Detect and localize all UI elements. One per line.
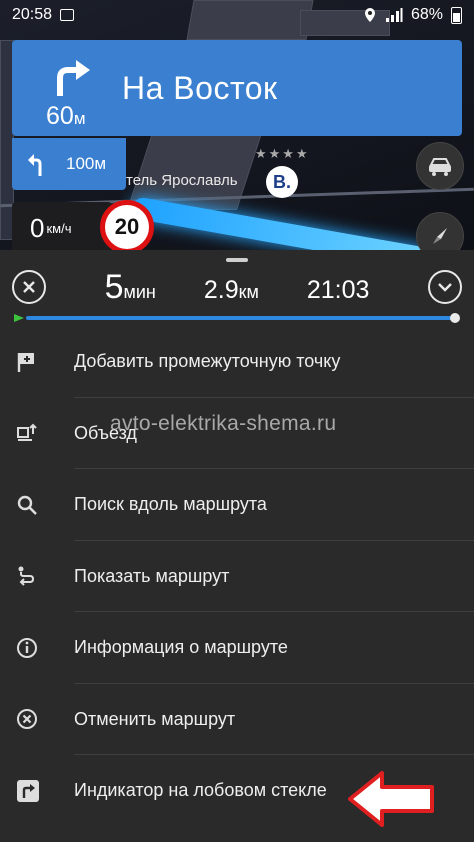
route-progress-track	[26, 316, 454, 320]
trip-stats: 5мин 2.9км 21:03	[105, 268, 370, 307]
trip-distance-value: 2.9	[203, 275, 239, 304]
arrival-time: 21:03	[306, 275, 370, 304]
info-icon	[17, 637, 37, 658]
annotation-arrow-icon	[348, 771, 434, 827]
next-maneuver-card[interactable]: 100м	[12, 138, 126, 190]
route-progress-bar	[14, 313, 460, 323]
battery-percent: 68%	[410, 6, 443, 23]
search-icon	[17, 495, 37, 515]
add-waypoint-icon	[17, 352, 34, 372]
trip-time-unit: мин	[123, 281, 156, 302]
menu-item-label: Индикатор на лобовом стекле	[74, 780, 327, 801]
trip-time: 5мин	[105, 268, 156, 307]
close-route-button[interactable]	[12, 270, 46, 304]
maneuver-distance: 60м	[46, 102, 86, 131]
route-icon	[18, 566, 35, 586]
close-icon	[23, 281, 35, 293]
speed-limit-sign: 20	[100, 200, 154, 254]
menu-item-label: Добавить промежуточную точку	[74, 351, 341, 372]
route-menu: Добавить промежуточную точку Объезд Поис…	[0, 326, 474, 827]
trip-summary: 5мин 2.9км 21:03	[0, 264, 474, 310]
menu-item-label: Отменить маршрут	[74, 708, 236, 729]
signal-icon	[385, 8, 403, 22]
next-maneuver-distance: 100м	[66, 154, 107, 173]
trip-distance: 2.9км	[204, 276, 259, 305]
status-bar: 20:58 68%	[0, 0, 474, 30]
street-name: На Восток	[122, 69, 278, 106]
poi-stars-icon: ★★★★	[255, 146, 310, 161]
car-icon	[429, 158, 451, 176]
menu-item-label: Информация о маршруте	[74, 637, 288, 658]
chevron-down-icon	[438, 283, 452, 292]
cancel-icon	[17, 709, 37, 730]
collapse-panel-button[interactable]	[428, 270, 462, 304]
current-speed: 0 км/ч	[12, 202, 112, 254]
route-end-marker	[450, 313, 460, 323]
maneuver-distance-unit: м	[73, 109, 86, 128]
watermark: avto-elektrika-shema.ru	[110, 412, 337, 435]
menu-item-cancel-route[interactable]: Отменить маршрут	[0, 684, 474, 756]
turn-left-icon	[28, 154, 42, 176]
menu-item-label: Поиск вдоль маршрута	[74, 494, 267, 515]
compass-icon	[433, 228, 447, 244]
traffic-button[interactable]	[416, 142, 464, 190]
poi-label: тель Ярославль	[126, 172, 238, 189]
trip-time-value: 5	[104, 267, 124, 306]
location-icon	[364, 8, 375, 22]
gallery-notification-icon	[60, 9, 75, 21]
menu-item-label: Показать маршрут	[74, 565, 230, 586]
poi-badge[interactable]: B.	[266, 166, 298, 198]
panel-drag-handle[interactable]	[226, 258, 248, 262]
detour-icon	[17, 423, 37, 442]
speed-unit: км/ч	[46, 220, 72, 236]
menu-item-search-along-route[interactable]: Поиск вдоль маршрута	[0, 469, 474, 541]
status-time: 20:58	[12, 6, 53, 23]
menu-item-show-route[interactable]: Показать маршрут	[0, 541, 474, 613]
turn-right-icon	[57, 60, 90, 96]
route-panel: 5мин 2.9км 21:03 Добавить промежуточную …	[0, 250, 474, 842]
menu-item-add-waypoint[interactable]: Добавить промежуточную точку	[0, 326, 474, 398]
battery-icon	[451, 6, 462, 24]
maneuver-distance-value: 60	[46, 102, 74, 130]
menu-item-route-info[interactable]: Информация о маршруте	[0, 612, 474, 684]
maneuver-card[interactable]: 60м На Восток	[12, 40, 462, 136]
trip-distance-unit: км	[238, 281, 259, 302]
hud-icon	[17, 779, 39, 802]
route-start-marker	[14, 314, 24, 322]
speed-value: 0	[30, 212, 45, 243]
